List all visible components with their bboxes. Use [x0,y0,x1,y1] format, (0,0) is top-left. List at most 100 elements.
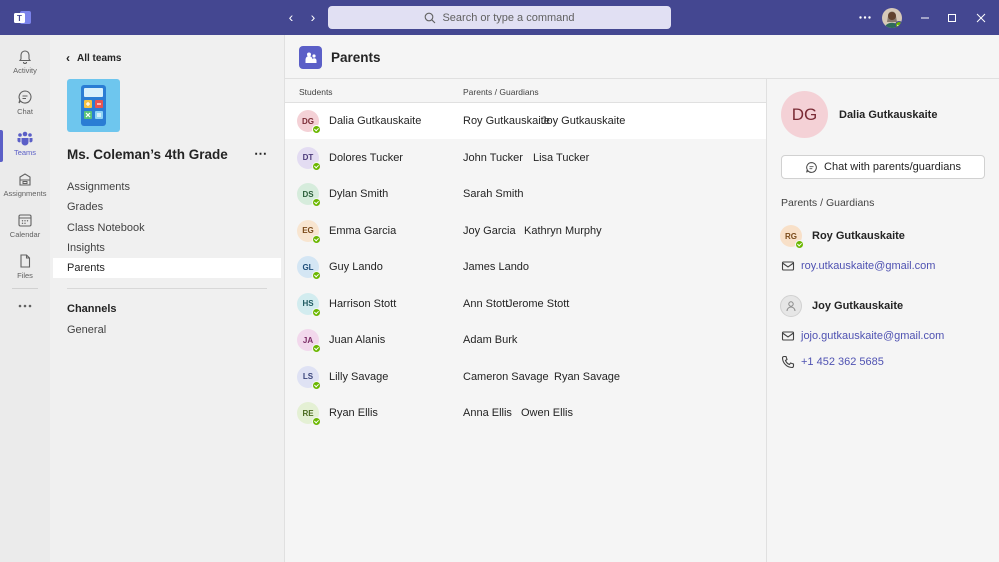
more-apps-icon[interactable] [0,298,50,318]
detail-pane: DG Dalia Gutkauskaite Chat with parents/… [766,79,999,562]
channel-item-general[interactable]: General [53,320,281,340]
rail-item-teams[interactable]: Teams [0,126,50,166]
student-avatar: JA [297,329,321,353]
guardian-name: Roy Gutkauskaite [812,230,905,242]
guardian-name: Owen Ellis [521,407,573,419]
rail-label-calendar: Calendar [9,230,41,239]
teams-icon [17,131,33,146]
calendar-icon [18,214,32,227]
files-icon [20,254,31,268]
maximize-icon[interactable] [944,0,960,35]
student-avatar: HS [297,292,321,317]
student-avatar: LS [297,365,321,390]
guardian-name: Cameron Savage [463,370,549,383]
channels-heading: Channels [67,303,117,315]
guardians-section-title: Parents / Guardians [781,197,875,209]
chevron-left-icon: ‹ [66,51,70,65]
rail-label-activity: Activity [13,66,37,75]
all-teams-link[interactable]: ‹ All teams [66,51,121,65]
guardian-name: Ryan Savage [554,370,621,383]
person-icon [786,301,796,312]
student-initials: JA [302,335,314,345]
student-name: Harrison Stott [329,297,397,310]
minimize-icon[interactable] [917,0,933,35]
close-icon[interactable] [973,0,989,35]
rail-item-chat[interactable]: Chat [0,85,50,125]
student-avatar: DS [297,183,321,207]
student-avatar: DG [297,110,321,134]
guardian-name: John Tucker [463,151,523,164]
student-initials: DT [302,153,314,162]
student-name: Dylan Smith [329,188,389,200]
guardian-avatar [780,295,802,317]
guardian-name: Joy Gutkauskaite [812,300,904,312]
team-avatar [67,79,120,132]
student-avatar: DT [297,146,321,171]
team-name: Ms. Coleman’s 4th Grade [67,147,228,162]
table-row[interactable]: DS Dylan Smith Sarah Smith [285,176,766,212]
mail-icon [781,261,795,271]
presence-status-icon [312,380,321,390]
guardian-email-link[interactable]: roy.utkauskaite@gmail.com [801,260,935,272]
nav-item-class-notebook[interactable]: Class Notebook [53,218,281,238]
rail-label-assignments: Assignments [3,189,47,198]
rail-label-teams: Teams [13,148,37,157]
nav-item-insights[interactable]: Insights [53,238,281,258]
table-row[interactable]: RE Ryan Ellis Anna Ellis Owen Ellis [285,395,766,431]
all-teams-label: All teams [77,52,122,64]
student-initials: LS [302,372,314,381]
search-box[interactable]: Search or type a command [328,6,671,29]
presence-status-icon [312,417,321,426]
table-row[interactable]: DT Dolores Tucker John Tucker Lisa Tucker [285,140,766,176]
phone-icon [781,355,795,369]
guardian-name: Anna Ellis [463,407,512,419]
selected-student-name: Dalia Gutkauskaite [839,109,938,121]
page-header: Parents [285,35,999,79]
chat-icon [18,90,32,104]
guardian-name: James Lando [463,261,530,273]
presence-status-icon [795,240,804,249]
search-placeholder: Search or type a command [442,11,575,24]
student-avatar: RE [297,402,321,426]
app-rail: Activity Chat Teams Assignments Calendar… [0,35,50,562]
forward-arrow-icon[interactable]: › [305,9,321,25]
chat-with-parents-button[interactable]: Chat with parents/guardians [781,155,985,179]
rail-item-assignments[interactable]: Assignments [0,167,50,207]
more-options-icon[interactable] [855,0,875,35]
guardian-name: Jerome Stott [507,297,570,310]
rail-item-files[interactable]: Files [0,249,50,289]
student-name: Guy Lando [329,261,383,273]
rail-divider [12,288,38,289]
table-row[interactable]: LS Lilly Savage Cameron Savage Ryan Savage [285,359,766,395]
table-row[interactable]: HS Harrison Stott Ann Stott Jerome Stott [285,286,766,322]
table-row[interactable]: DG Dalia Gutkauskaite Roy Gutkauskaite Joy … [285,103,766,139]
team-panel: ‹ All teams Ms. Coleman’s 4th Grade ⋯ As… [50,35,284,562]
rail-item-activity[interactable]: Activity [0,44,50,84]
selected-student-avatar: DG [781,91,828,138]
search-icon [425,12,436,23]
table-row[interactable]: JA Juan Alanis Adam Burk [285,322,766,358]
team-more-options-icon[interactable]: ⋯ [254,146,268,162]
presence-status-icon [312,234,321,244]
presence-status-icon [312,344,321,353]
nav-item-grades[interactable]: Grades [53,197,281,217]
guardian-phone-link[interactable]: +1 452 362 5685 [801,356,884,368]
nav-item-parents[interactable]: Parents [53,258,281,278]
back-arrow-icon[interactable]: ‹ [283,9,299,25]
user-avatar[interactable] [882,8,902,28]
presence-status-icon [312,125,321,134]
student-initials: GL [302,262,314,272]
student-initials: RE [302,408,314,418]
rail-item-calendar[interactable]: Calendar [0,208,50,248]
mail-icon [781,331,795,341]
presence-status-icon [312,307,321,317]
svg-text:T: T [17,14,22,23]
guardian-email-link[interactable]: jojo.gutkauskaite@gmail.com [801,330,944,342]
rail-label-chat: Chat [17,107,33,116]
chat-button-label: Chat with parents/guardians [824,161,961,173]
table-row[interactable]: EG Emma Garcia Joy Garcia Kathryn Murphy [285,213,766,249]
nav-item-assignments[interactable]: Assignments [53,177,281,197]
student-initials: EG [302,226,314,235]
table-row[interactable]: GL Guy Lando James Lando [285,249,766,285]
column-header-parents: Parents / Guardians [463,87,539,97]
